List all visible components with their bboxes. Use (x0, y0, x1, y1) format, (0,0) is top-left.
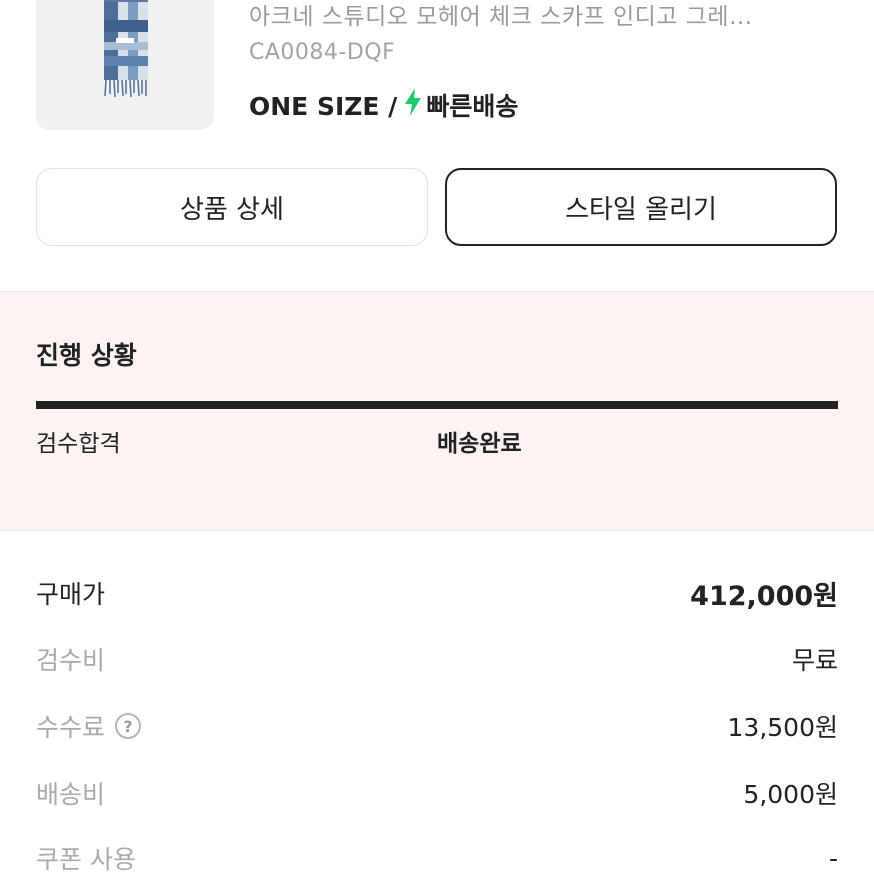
price-row-commission: 수수료 ? 13,500원 (36, 706, 838, 746)
price-row-coupon: 쿠폰 사용 - (36, 838, 838, 878)
product-detail-button[interactable]: 상품 상세 (36, 168, 428, 246)
question-circle-icon[interactable]: ? (115, 713, 142, 739)
shipping-fee-value: 5,000원 (743, 780, 838, 809)
scarf-image (104, 0, 148, 98)
progress-step-inspection-passed: 검수합격 (36, 431, 121, 457)
inspection-fee-value: 무료 (791, 646, 838, 675)
progress-bar (36, 401, 838, 409)
progress-step-delivered: 배송완료 (437, 431, 522, 457)
size-label: ONE SIZE / (249, 92, 398, 121)
product-code: CA0084-DQF (249, 40, 396, 65)
commission-label: 수수료 (36, 713, 106, 742)
coupon-label: 쿠폰 사용 (36, 845, 136, 874)
product-thumbnail[interactable] (36, 0, 214, 130)
product-name[interactable]: 아크네 스튜디오 모헤어 체크 스카프 인디고 그레... (249, 0, 839, 34)
divider (0, 530, 874, 531)
price-row-inspection-fee: 검수비 무료 (36, 639, 838, 679)
fast-delivery-label: 빠른배송 (426, 92, 519, 121)
lightning-bolt-icon (403, 88, 423, 126)
price-row-shipping: 배송비 5,000원 (36, 773, 838, 813)
shipping-fee-label: 배송비 (36, 780, 106, 809)
purchase-price-value: 412,000원 (690, 580, 838, 612)
commission-label-wrap: 수수료 ? (36, 708, 142, 744)
product-option: ONE SIZE / 빠른배송 (249, 88, 518, 126)
inspection-fee-label: 검수비 (36, 646, 106, 675)
progress-title: 진행 상황 (36, 341, 137, 370)
upload-style-button[interactable]: 스타일 올리기 (445, 168, 837, 246)
progress-section: 진행 상황 검수합격 배송완료 (0, 292, 874, 530)
commission-value: 13,500원 (727, 713, 838, 742)
price-row-purchase: 구매가 412,000원 (36, 573, 838, 613)
coupon-value: - (828, 843, 838, 873)
purchase-price-label: 구매가 (36, 580, 106, 609)
